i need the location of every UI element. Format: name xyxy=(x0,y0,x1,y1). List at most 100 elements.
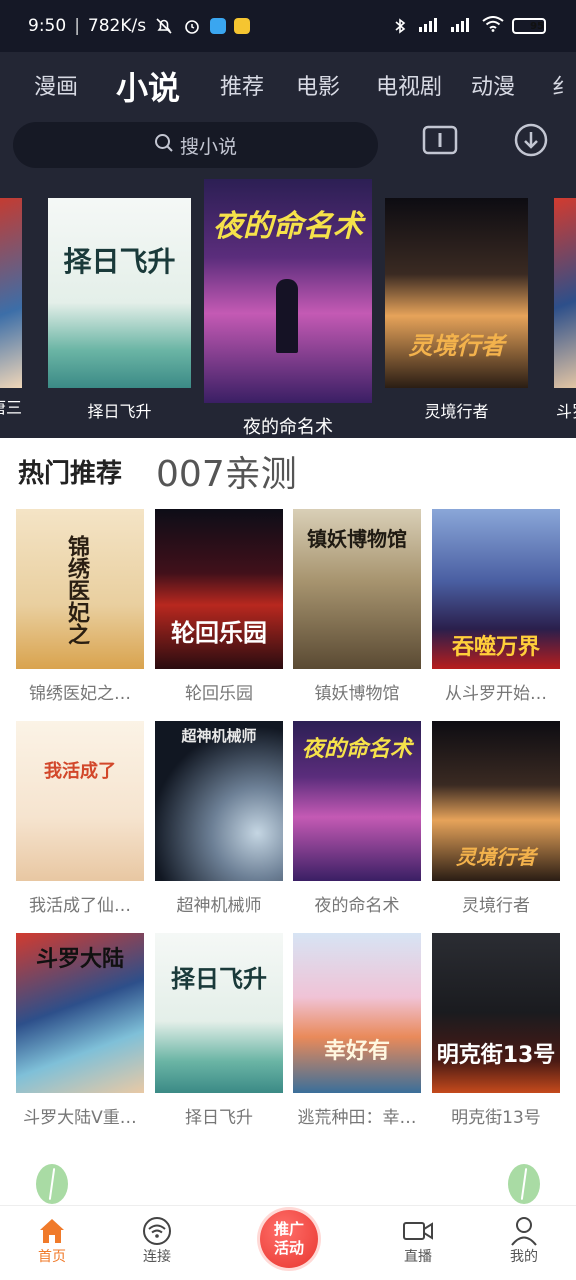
wifi-connect-icon xyxy=(117,1216,197,1246)
network-speed: 782K/s xyxy=(87,16,147,36)
search-placeholder: 搜小说 xyxy=(179,135,237,158)
bluetooth-icon xyxy=(390,16,410,36)
book-card[interactable]: 超神机械师 超神机械师 xyxy=(155,721,283,916)
book-name: 斗罗大陆V重… xyxy=(23,1108,137,1128)
cover-title: 夜的命名术 xyxy=(301,737,412,762)
signal-2-icon xyxy=(450,16,474,37)
search-icon xyxy=(154,133,174,158)
cover-title: 择日飞升 xyxy=(171,965,267,993)
book-cover: 镇妖博物馆 xyxy=(293,509,421,669)
promo-activity-button[interactable]: 推广活动 xyxy=(260,1210,318,1268)
carousel-title: 斗罗 xyxy=(556,402,576,421)
book-icon xyxy=(422,125,458,159)
tab-comic[interactable]: 漫画 xyxy=(34,64,78,112)
book-name: 镇妖博物馆 xyxy=(314,684,400,704)
book-name: 明克街13号 xyxy=(451,1108,541,1128)
tab-novel[interactable]: 小说 xyxy=(116,64,180,112)
book-card[interactable]: 轮回乐园 轮回乐园 xyxy=(155,509,283,704)
cover-title: 幸好有 xyxy=(323,1039,390,1064)
home-icon xyxy=(12,1216,92,1246)
section-header: 热门推荐 007亲测 xyxy=(18,446,297,496)
tab-recommend[interactable]: 推荐 xyxy=(220,64,264,112)
carousel-title: 择日飞升 xyxy=(87,402,152,421)
cover-title: 灵境行者 xyxy=(408,332,505,360)
tab-tv[interactable]: 电视剧 xyxy=(376,64,442,112)
battery-icon: 95 xyxy=(512,18,546,34)
book-cover: 幸好有 xyxy=(293,933,421,1093)
carousel-item[interactable]: 灵境行者 灵境行者 xyxy=(385,198,528,421)
tab-more[interactable]: 纟 xyxy=(552,64,574,112)
book-card[interactable]: 锦绣医妃之 锦绣医妃之… xyxy=(16,509,144,704)
bottom-nav: 首页 连接 推广活动 直播 我的 xyxy=(0,1205,576,1280)
battery-level: 95 xyxy=(530,20,544,32)
nav-live-label: 直播 xyxy=(404,1249,432,1265)
book-name: 锦绣医妃之… xyxy=(29,684,131,704)
book-cover: 明克街13号 xyxy=(432,933,560,1093)
book-card[interactable]: 明克街13号 明克街13号 xyxy=(432,933,560,1128)
cover-title: 锦绣医妃之 xyxy=(64,535,89,645)
book-cover: 夜的命名术 xyxy=(204,179,372,403)
carousel-title: 灵境行者 xyxy=(424,402,489,421)
nav-home[interactable]: 首页 xyxy=(12,1216,92,1266)
book-cover: 吞噬万界 xyxy=(432,509,560,669)
cover-title: 我活成了 xyxy=(44,761,116,782)
video-camera-icon xyxy=(378,1216,458,1246)
nav-mine-label: 我的 xyxy=(510,1249,538,1265)
book-card[interactable]: 夜的命名术 夜的命名术 xyxy=(293,721,421,916)
book-name: 超神机械师 xyxy=(176,896,262,916)
book-cover: 灵境行者 xyxy=(385,198,528,388)
cover-title: 灵境行者 xyxy=(456,845,536,869)
header: 漫画 小说 推荐 电影 电视剧 动漫 纟 搜小说 唐三 择日飞升 择日飞升 xyxy=(0,52,576,438)
book-card[interactable]: 幸好有 逃荒种田：幸… xyxy=(293,933,421,1128)
book-card[interactable]: 我活成了 我活成了仙… xyxy=(16,721,144,916)
nav-mine[interactable]: 我的 xyxy=(484,1216,564,1266)
leaf-float-icon[interactable] xyxy=(508,1164,540,1204)
book-cover: 我活成了 xyxy=(16,721,144,881)
book-name: 夜的命名术 xyxy=(314,896,400,916)
status-time: 9:50 xyxy=(28,16,67,36)
book-card[interactable]: 择日飞升 择日飞升 xyxy=(155,933,283,1128)
book-card[interactable]: 斗罗大陆 斗罗大陆V重… xyxy=(16,933,144,1128)
book-name: 灵境行者 xyxy=(462,896,530,916)
alarm-icon xyxy=(182,16,202,36)
book-card[interactable]: 吞噬万界 从斗罗开始… xyxy=(432,509,560,704)
bookshelf-button[interactable] xyxy=(420,122,460,162)
nav-live[interactable]: 直播 xyxy=(378,1216,458,1266)
status-bar: 9:50 | 782K/s 95 xyxy=(0,0,576,52)
book-cover xyxy=(0,198,22,388)
cover-title: 夜的命名术 xyxy=(213,209,363,244)
nav-connect-label: 连接 xyxy=(143,1249,171,1265)
download-icon xyxy=(513,122,549,162)
tab-anime[interactable]: 动漫 xyxy=(471,64,515,112)
book-card[interactable]: 灵境行者 灵境行者 xyxy=(432,721,560,916)
leaf-float-icon[interactable] xyxy=(36,1164,68,1204)
section-title: 热门推荐 xyxy=(18,458,123,489)
wifi-icon xyxy=(482,15,504,37)
category-tabs: 漫画 小说 推荐 电影 电视剧 动漫 纟 xyxy=(0,64,576,112)
app-notification-icon xyxy=(234,18,251,34)
section-subtitle: 007亲测 xyxy=(156,454,297,495)
book-cover: 超神机械师 xyxy=(155,721,283,881)
carousel-item-featured[interactable]: 夜的命名术 夜的命名术 xyxy=(204,179,372,438)
carousel-item[interactable]: 斗罗 xyxy=(554,198,576,421)
signal-icon xyxy=(418,16,442,37)
cover-title: 择日飞升 xyxy=(63,245,176,278)
cover-title: 超神机械师 xyxy=(181,727,257,745)
search-bar[interactable]: 搜小说 xyxy=(13,122,378,168)
cover-title: 吞噬万界 xyxy=(451,635,540,660)
promo-label: 推广活动 xyxy=(273,1220,304,1257)
carousel-item[interactable]: 唐三 xyxy=(0,198,22,417)
download-button[interactable] xyxy=(511,122,551,162)
carousel-item[interactable]: 择日飞升 择日飞升 xyxy=(48,198,191,421)
qq-app-icon xyxy=(210,18,227,34)
mute-bell-icon xyxy=(154,16,174,36)
tab-movie[interactable]: 电影 xyxy=(296,64,340,112)
cover-title: 斗罗大陆 xyxy=(35,947,124,972)
book-cover xyxy=(554,198,576,388)
nav-connect[interactable]: 连接 xyxy=(117,1216,197,1266)
book-card[interactable]: 镇妖博物馆 镇妖博物馆 xyxy=(293,509,421,704)
book-name: 轮回乐园 xyxy=(185,684,253,704)
book-name: 从斗罗开始… xyxy=(445,684,547,704)
book-name: 择日飞升 xyxy=(185,1108,253,1128)
cover-title: 明克街13号 xyxy=(436,1043,556,1068)
